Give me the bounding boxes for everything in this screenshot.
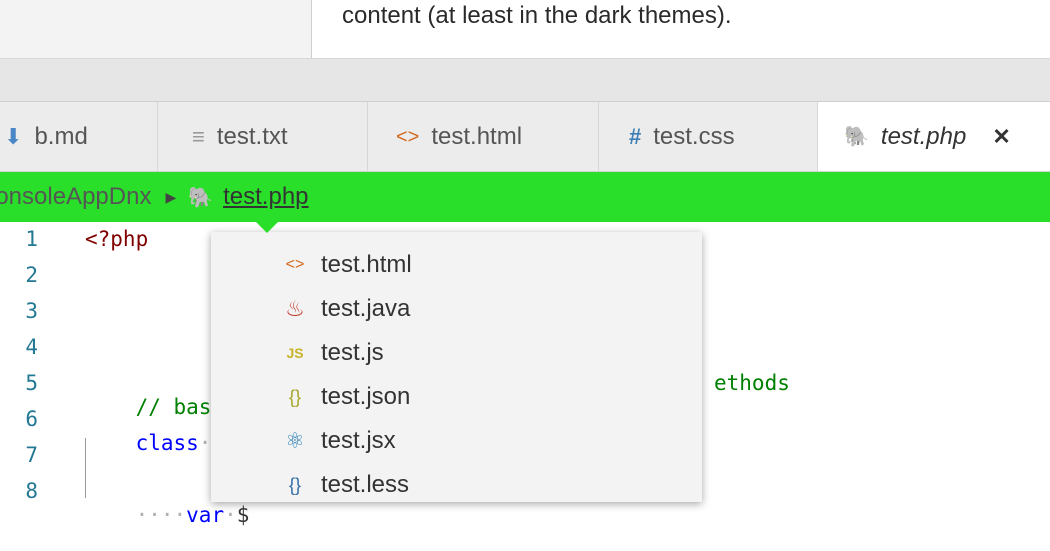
- download-arrow-icon: ⬇: [4, 123, 23, 149]
- php-elephant-icon: 🐘: [844, 125, 869, 148]
- file-item-test-json[interactable]: {} test.json: [283, 375, 410, 419]
- breadcrumb-item-current[interactable]: test.php: [223, 183, 308, 211]
- file-item-test-html[interactable]: <> test.html: [283, 243, 412, 287]
- tab-test-php[interactable]: 🐘 test.php ✕: [818, 102, 1050, 171]
- tab-b-md[interactable]: ⬇ b.md: [0, 102, 158, 171]
- file-item-test-java[interactable]: ♨ test.java: [283, 287, 410, 331]
- html-brackets-icon: <>: [285, 256, 305, 273]
- breadcrumb: ConsoleAppDnx ▶ 🐘 test.php: [0, 172, 1050, 222]
- document-text: content (at least in the dark themes).: [342, 2, 732, 29]
- file-item-test-js[interactable]: JS test.js: [283, 331, 384, 375]
- tab-label: test.css: [653, 122, 735, 150]
- line-number: 3: [25, 299, 38, 323]
- php-elephant-icon: 🐘: [188, 186, 214, 209]
- react-atom-icon: ⚛: [285, 428, 305, 453]
- file-item-label: test.less: [321, 471, 410, 498]
- file-item-label: test.json: [321, 383, 411, 410]
- code-keyword: class: [135, 431, 199, 455]
- html-brackets-icon: <>: [396, 125, 420, 148]
- tab-test-html[interactable]: <> test.html: [368, 102, 599, 171]
- file-item-label: test.java: [321, 295, 411, 322]
- tab-test-css[interactable]: # test.css: [599, 102, 818, 171]
- text-lines-icon: ≡: [192, 123, 205, 149]
- file-item-label: test.jsx: [321, 427, 396, 454]
- line-number: 5: [25, 371, 38, 395]
- tab-label: test.txt: [216, 122, 288, 150]
- line-number: 8: [25, 479, 38, 503]
- dropdown-pointer: [256, 222, 278, 233]
- code-keyword: var: [186, 503, 225, 527]
- tab-label: b.md: [34, 122, 88, 150]
- line-number: 1: [25, 227, 38, 251]
- breadcrumb-file-picker: <> test.html ♨ test.java JS test.js {} t…: [211, 232, 702, 502]
- less-braces-icon: {}: [288, 474, 302, 495]
- js-icon: JS: [286, 345, 304, 361]
- line-number: 6: [25, 407, 38, 431]
- close-tab-icon[interactable]: ✕: [992, 124, 1010, 150]
- line-number: 7: [25, 443, 38, 467]
- file-item-test-less[interactable]: {} test.less: [283, 463, 409, 507]
- document-preview: content (at least in the dark themes).: [0, 0, 1050, 59]
- tab-label: test.html: [431, 122, 523, 150]
- breadcrumb-item-project[interactable]: ConsoleAppDnx: [0, 183, 151, 211]
- chevron-right-icon: ▶: [165, 188, 177, 205]
- file-item-test-jsx[interactable]: ⚛ test.jsx: [283, 419, 396, 463]
- document-left-panel: [0, 0, 312, 58]
- code-line-5-tail: ethods: [714, 371, 790, 395]
- java-cup-icon: ♨: [285, 296, 305, 321]
- file-item-label: test.html: [321, 251, 412, 278]
- tab-label: test.php: [880, 122, 967, 150]
- file-item-label: test.js: [321, 339, 384, 366]
- line-number: 4: [25, 335, 38, 359]
- json-braces-icon: {}: [288, 386, 302, 407]
- line-number: 2: [25, 263, 38, 287]
- code-variable: $: [236, 503, 250, 527]
- tab-strip: ⬇ b.md ≡ test.txt <> test.html # test.cs…: [0, 102, 1050, 172]
- title-strip: [0, 59, 1050, 102]
- hash-icon: #: [629, 123, 642, 149]
- code-line-1: <?php: [85, 227, 149, 251]
- tab-test-txt[interactable]: ≡ test.txt: [158, 102, 368, 171]
